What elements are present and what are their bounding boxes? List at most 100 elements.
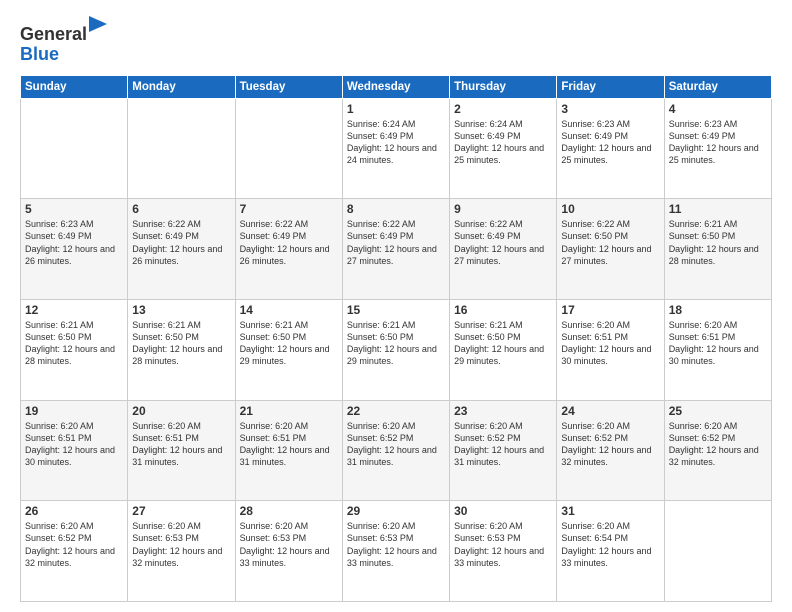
day-info: Sunrise: 6:21 AM Sunset: 6:50 PM Dayligh… [240, 319, 338, 368]
day-number: 27 [132, 504, 230, 518]
logo-flag-icon [89, 16, 107, 38]
day-number: 31 [561, 504, 659, 518]
day-number: 24 [561, 404, 659, 418]
day-number: 2 [454, 102, 552, 116]
week-row-5: 26Sunrise: 6:20 AM Sunset: 6:52 PM Dayli… [21, 501, 772, 602]
day-number: 29 [347, 504, 445, 518]
day-cell [21, 98, 128, 199]
day-cell: 13Sunrise: 6:21 AM Sunset: 6:50 PM Dayli… [128, 299, 235, 400]
day-info: Sunrise: 6:21 AM Sunset: 6:50 PM Dayligh… [25, 319, 123, 368]
day-cell: 16 Sunrise: 6:21 AM Sunset: 6:50 PM Dayli… [450, 299, 557, 400]
day-info: Sunrise: 6:23 AM Sunset: 6:49 PM Dayligh… [25, 218, 123, 267]
day-cell: 29 Sunrise: 6:20 AM Sunset: 6:53 PM Dayli… [342, 501, 449, 602]
day-info: Sunrise: 6:22 AM Sunset: 6:50 PM Dayligh… [561, 218, 659, 267]
day-info: Sunrise: 6:20 AM Sunset: 6:52 PM Dayligh… [561, 420, 659, 469]
day-cell [664, 501, 771, 602]
day-number: 11 [669, 202, 767, 216]
day-number: 8 [347, 202, 445, 216]
day-info: Sunrise: 6:24 AM Sunset: 6:49 PM Dayligh… [454, 118, 552, 167]
day-info: Sunrise: 6:21 AM Sunset: 6:50 PM Dayligh… [347, 319, 445, 368]
day-info: Sunrise: 6:20 AM Sunset: 6:53 PM Dayligh… [347, 520, 445, 569]
calendar-table: SundayMondayTuesdayWednesdayThursdayFrid… [20, 75, 772, 602]
day-info: Sunrise: 6:20 AM Sunset: 6:52 PM Dayligh… [669, 420, 767, 469]
day-cell: 26Sunrise: 6:20 AM Sunset: 6:52 PM Dayli… [21, 501, 128, 602]
day-cell: 31Sunrise: 6:20 AM Sunset: 6:54 PM Dayli… [557, 501, 664, 602]
weekday-header-saturday: Saturday [664, 75, 771, 98]
day-number: 23 [454, 404, 552, 418]
logo-general: General [20, 24, 87, 44]
day-cell: 5 Sunrise: 6:23 AM Sunset: 6:49 PM Daylig… [21, 199, 128, 300]
day-cell: 19 Sunrise: 6:20 AM Sunset: 6:51 PM Dayli… [21, 400, 128, 501]
weekday-header-tuesday: Tuesday [235, 75, 342, 98]
day-number: 22 [347, 404, 445, 418]
day-cell: 25 Sunrise: 6:20 AM Sunset: 6:52 PM Dayli… [664, 400, 771, 501]
day-number: 14 [240, 303, 338, 317]
day-info: Sunrise: 6:22 AM Sunset: 6:49 PM Dayligh… [132, 218, 230, 267]
day-info: Sunrise: 6:20 AM Sunset: 6:51 PM Dayligh… [669, 319, 767, 368]
week-row-1: 1 Sunrise: 6:24 AM Sunset: 6:49 PM Daylig… [21, 98, 772, 199]
day-cell: 22 Sunrise: 6:20 AM Sunset: 6:52 PM Dayli… [342, 400, 449, 501]
day-cell: 3Sunrise: 6:23 AM Sunset: 6:49 PM Daylig… [557, 98, 664, 199]
day-info: Sunrise: 6:20 AM Sunset: 6:52 PM Dayligh… [347, 420, 445, 469]
day-cell [235, 98, 342, 199]
day-number: 6 [132, 202, 230, 216]
week-row-2: 5 Sunrise: 6:23 AM Sunset: 6:49 PM Daylig… [21, 199, 772, 300]
day-number: 9 [454, 202, 552, 216]
day-cell: 2 Sunrise: 6:24 AM Sunset: 6:49 PM Daylig… [450, 98, 557, 199]
day-cell: 10 Sunrise: 6:22 AM Sunset: 6:50 PM Dayli… [557, 199, 664, 300]
logo-blue: Blue [20, 44, 59, 64]
day-cell: 12 Sunrise: 6:21 AM Sunset: 6:50 PM Dayli… [21, 299, 128, 400]
day-number: 15 [347, 303, 445, 317]
day-number: 13 [132, 303, 230, 317]
day-cell: 11 Sunrise: 6:21 AM Sunset: 6:50 PM Dayli… [664, 199, 771, 300]
day-cell: 7 Sunrise: 6:22 AM Sunset: 6:49 PM Daylig… [235, 199, 342, 300]
weekday-header-friday: Friday [557, 75, 664, 98]
page: General Blue SundayMondayTuesdayWednesda… [0, 0, 792, 612]
day-cell: 20Sunrise: 6:20 AM Sunset: 6:51 PM Dayli… [128, 400, 235, 501]
day-cell: 28Sunrise: 6:20 AM Sunset: 6:53 PM Dayli… [235, 501, 342, 602]
day-info: Sunrise: 6:20 AM Sunset: 6:51 PM Dayligh… [240, 420, 338, 469]
day-number: 12 [25, 303, 123, 317]
weekday-header-wednesday: Wednesday [342, 75, 449, 98]
day-info: Sunrise: 6:20 AM Sunset: 6:51 PM Dayligh… [25, 420, 123, 469]
day-info: Sunrise: 6:21 AM Sunset: 6:50 PM Dayligh… [454, 319, 552, 368]
day-cell: 1Sunrise: 6:24 AM Sunset: 6:49 PM Daylig… [342, 98, 449, 199]
day-cell [128, 98, 235, 199]
day-cell: 18 Sunrise: 6:20 AM Sunset: 6:51 PM Dayli… [664, 299, 771, 400]
logo: General Blue [20, 16, 107, 65]
day-number: 30 [454, 504, 552, 518]
week-row-4: 19 Sunrise: 6:20 AM Sunset: 6:51 PM Dayli… [21, 400, 772, 501]
day-number: 25 [669, 404, 767, 418]
day-cell: 30 Sunrise: 6:20 AM Sunset: 6:53 PM Dayli… [450, 501, 557, 602]
day-number: 19 [25, 404, 123, 418]
day-number: 4 [669, 102, 767, 116]
day-cell: 6 Sunrise: 6:22 AM Sunset: 6:49 PM Daylig… [128, 199, 235, 300]
day-number: 17 [561, 303, 659, 317]
day-number: 21 [240, 404, 338, 418]
day-info: Sunrise: 6:20 AM Sunset: 6:51 PM Dayligh… [561, 319, 659, 368]
day-number: 18 [669, 303, 767, 317]
day-cell: 9Sunrise: 6:22 AM Sunset: 6:49 PM Daylig… [450, 199, 557, 300]
day-info: Sunrise: 6:21 AM Sunset: 6:50 PM Dayligh… [669, 218, 767, 267]
day-number: 16 [454, 303, 552, 317]
day-info: Sunrise: 6:20 AM Sunset: 6:53 PM Dayligh… [132, 520, 230, 569]
day-info: Sunrise: 6:23 AM Sunset: 6:49 PM Dayligh… [561, 118, 659, 167]
day-info: Sunrise: 6:20 AM Sunset: 6:51 PM Dayligh… [132, 420, 230, 469]
day-info: Sunrise: 6:22 AM Sunset: 6:49 PM Dayligh… [240, 218, 338, 267]
day-cell: 17 Sunrise: 6:20 AM Sunset: 6:51 PM Dayli… [557, 299, 664, 400]
day-number: 7 [240, 202, 338, 216]
weekday-header-thursday: Thursday [450, 75, 557, 98]
day-cell: 14 Sunrise: 6:21 AM Sunset: 6:50 PM Dayli… [235, 299, 342, 400]
day-number: 10 [561, 202, 659, 216]
week-row-3: 12 Sunrise: 6:21 AM Sunset: 6:50 PM Dayli… [21, 299, 772, 400]
day-cell: 4 Sunrise: 6:23 AM Sunset: 6:49 PM Daylig… [664, 98, 771, 199]
weekday-header-sunday: Sunday [21, 75, 128, 98]
day-cell: 27 Sunrise: 6:20 AM Sunset: 6:53 PM Dayli… [128, 501, 235, 602]
day-number: 1 [347, 102, 445, 116]
day-info: Sunrise: 6:20 AM Sunset: 6:53 PM Dayligh… [454, 520, 552, 569]
day-cell: 21 Sunrise: 6:20 AM Sunset: 6:51 PM Dayli… [235, 400, 342, 501]
day-info: Sunrise: 6:20 AM Sunset: 6:52 PM Dayligh… [454, 420, 552, 469]
day-info: Sunrise: 6:23 AM Sunset: 6:49 PM Dayligh… [669, 118, 767, 167]
day-number: 5 [25, 202, 123, 216]
weekday-header-monday: Monday [128, 75, 235, 98]
